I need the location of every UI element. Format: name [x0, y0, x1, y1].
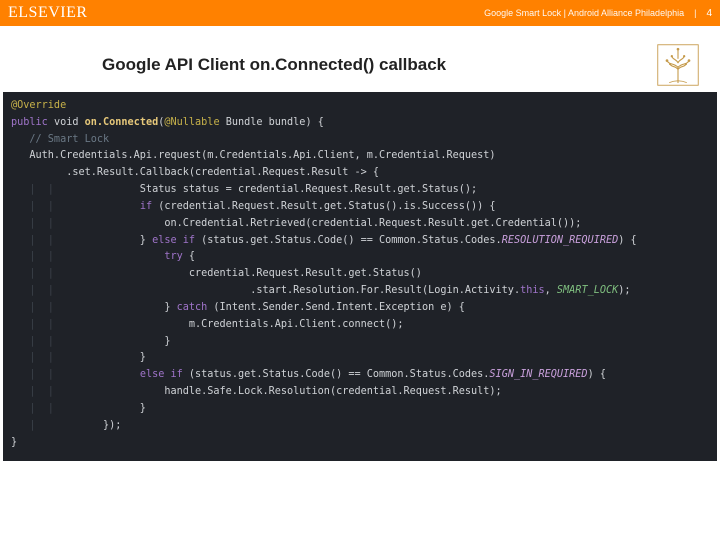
guide: | |	[11, 235, 66, 246]
guide: | |	[11, 352, 66, 363]
code-token: ) {	[618, 235, 636, 246]
guide: | |	[11, 369, 66, 380]
code-token: (status.get.Status.Code() == Common.Stat…	[195, 235, 502, 246]
guide: | |	[11, 403, 66, 414]
code-token: void	[48, 117, 85, 128]
code-token: @Override	[11, 100, 66, 111]
top-bar: ELSEVIER Google Smart Lock | Android All…	[0, 0, 720, 26]
slide-title: Google API Client on.Connected() callbac…	[102, 55, 654, 75]
code-token: }	[11, 437, 17, 448]
code-token: handle.Safe.Lock.Resolution(credential.R…	[66, 386, 501, 397]
code-token: @Nullable	[164, 117, 219, 128]
code-token: .start.Resolution.For.Result(Login.Activ…	[66, 285, 520, 296]
guide: | |	[11, 201, 66, 212]
code-token	[66, 251, 164, 262]
code-token: Bundle bundle) {	[220, 117, 324, 128]
code-token: (Intent.Sender.Send.Intent.Exception e) …	[207, 302, 465, 313]
header-row: Google API Client on.Connected() callbac…	[0, 26, 720, 92]
guide: | |	[11, 268, 66, 279]
code-token: Auth.Credentials.Api.request(m.Credentia…	[11, 150, 496, 161]
elsevier-tree-logo	[654, 41, 702, 89]
slide-meta: Google Smart Lock | Android Alliance Phi…	[484, 8, 684, 18]
code-token: );	[618, 285, 630, 296]
code-token	[66, 201, 140, 212]
guide: | |	[11, 336, 66, 347]
tree-icon	[656, 43, 700, 87]
code-token: });	[48, 420, 122, 431]
code-token: }	[66, 352, 146, 363]
code-token: }	[66, 302, 176, 313]
code-token: else if	[140, 369, 183, 380]
guide: | |	[11, 302, 66, 313]
code-token: on.Credential.Retrieved(credential.Reque…	[66, 218, 581, 229]
page-number: 4	[706, 8, 712, 19]
meta-divider: |	[694, 8, 696, 18]
code-token: on.Connected	[85, 117, 159, 128]
code-token: Status status = credential.Request.Resul…	[66, 184, 477, 195]
guide: | |	[11, 386, 66, 397]
code-token: (status.get.Status.Code() == Common.Stat…	[183, 369, 490, 380]
guide: | |	[11, 184, 66, 195]
code-token: else if	[152, 235, 195, 246]
brand-wordmark: ELSEVIER	[8, 4, 88, 22]
guide: |	[11, 420, 48, 431]
code-token: try	[164, 251, 182, 262]
code-token: if	[140, 201, 152, 212]
code-token: RESOLUTION_REQUIRED	[502, 235, 619, 246]
code-token: (credential.Request.Result.get.Status().…	[152, 201, 495, 212]
code-token: {	[183, 251, 195, 262]
code-token: this	[520, 285, 545, 296]
code-token	[66, 369, 140, 380]
code-token: credential.Request.Result.get.Status()	[66, 268, 422, 279]
guide: | |	[11, 319, 66, 330]
code-token: catch	[177, 302, 208, 313]
guide: | |	[11, 218, 66, 229]
guide: | |	[11, 251, 66, 262]
code-token: ) {	[588, 369, 606, 380]
code-token: // Smart Lock	[11, 134, 109, 145]
code-token: ,	[545, 285, 557, 296]
code-token: SMART_LOCK	[557, 285, 618, 296]
code-token: }	[66, 235, 152, 246]
code-token: }	[66, 403, 146, 414]
code-token: }	[66, 336, 170, 347]
guide: | |	[11, 285, 66, 296]
code-token: .set.Result.Callback(credential.Request.…	[11, 167, 379, 178]
code-token: m.Credentials.Api.Client.connect();	[66, 319, 403, 330]
code-block: @Override public void on.Connected(@Null…	[3, 92, 717, 461]
code-token: public	[11, 117, 48, 128]
code-token: SIGN_IN_REQUIRED	[489, 369, 587, 380]
